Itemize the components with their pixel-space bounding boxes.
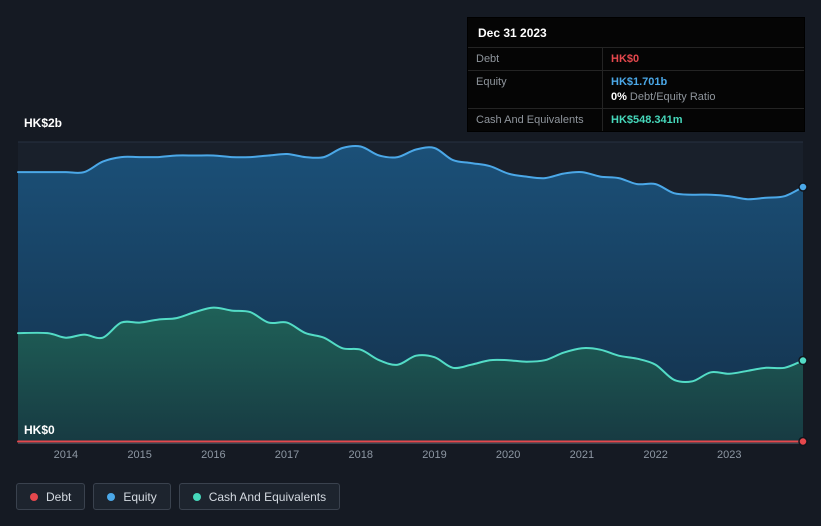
equity-series-dot-icon [107,492,116,501]
cash-series-dot-icon [192,492,201,501]
x-tick-label: 2020 [495,449,521,461]
tooltip-date: Dec 31 2023 [478,26,547,40]
legend-item-cash[interactable]: Cash And Equivalents [178,483,341,510]
x-tick-label: 2021 [569,449,595,461]
tooltip-cash-label: Cash And Equivalents [476,114,584,126]
tooltip-equity-value-cell: HK$1.701b 0% Debt/Equity Ratio [602,71,804,108]
x-tick-label: 2017 [274,449,300,461]
tooltip-equity-value: HK$1.701b [611,76,668,88]
x-axis: 2014 2015 2016 2017 2018 2019 2020 2021 2022 2023 [18,449,803,465]
tooltip-debt-value: HK$0 [602,48,804,70]
tooltip-ratio-percent: 0% [611,91,627,103]
tooltip-equity-label: Equity [476,76,507,88]
legend-label-cash: Cash And Equivalents [208,489,327,504]
legend: Debt Equity Cash And Equivalents [16,483,341,510]
x-tick-label: 2019 [422,449,447,461]
debt-series-dot-icon [30,492,38,501]
x-tick-label: 2016 [201,449,226,461]
legend-item-debt[interactable]: Debt [16,483,86,510]
y-axis-label-bottom: HK$0 [24,423,55,437]
x-tick-label: 2014 [53,449,79,461]
y-axis-label-top: HK$2b [24,116,63,130]
tooltip-ratio-text: Debt/Equity Ratio [629,91,716,103]
tooltip-debt-equity-ratio: 0% Debt/Equity Ratio [611,91,796,103]
tooltip-row-equity: Equity HK$1.701b 0% Debt/Equity Ratio [468,70,804,108]
legend-item-equity[interactable]: Equity [93,483,171,510]
chart-svg[interactable] [17,128,808,447]
legend-label-equity: Equity [123,489,157,504]
tooltip: Dec 31 2023 Debt HK$0 Equity HK$1.701b 0… [467,17,805,132]
tooltip-row-debt: Debt HK$0 [468,47,804,70]
tooltip-row-cash: Cash And Equivalents HK$548.341m [468,108,804,131]
tooltip-debt-label: Debt [476,53,500,65]
tooltip-cash-value: HK$548.341m [602,109,804,131]
x-tick-label: 2023 [717,449,742,461]
debt-equity-history-chart: Dec 31 2023 Debt HK$0 Equity HK$1.701b 0… [0,0,821,526]
legend-label-debt: Debt [46,489,72,504]
x-tick-label: 2018 [348,449,373,461]
x-tick-label: 2015 [127,449,152,461]
x-tick-label: 2022 [643,449,668,461]
